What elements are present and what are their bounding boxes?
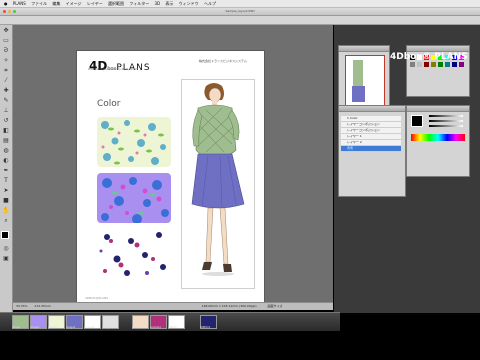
zoom-level[interactable]: 33.33% — [16, 304, 27, 308]
dock-label: image3 — [102, 326, 112, 329]
stamp-tool-icon[interactable]: ⊥ — [2, 107, 10, 115]
menu-item-3d[interactable]: 3D — [154, 1, 160, 6]
menu-bar: ● PLANS ファイル 編集 イメージ レイヤー 選択範囲 フィルター 3D … — [0, 0, 480, 8]
menu-item-select[interactable]: 選択範囲 — [108, 1, 124, 6]
dock-label: sample — [48, 326, 58, 329]
menu-item-window[interactable]: ウィンドウ — [179, 1, 199, 6]
color-swatch[interactable] — [424, 62, 429, 67]
dock-label: 4DBOX — [168, 326, 177, 329]
company-name: 株式会社トランスビジネスシステム — [199, 59, 247, 63]
fabric-swatch-white-floral — [97, 229, 171, 279]
marquee-tool-icon[interactable]: ▭ — [2, 37, 10, 45]
dock-label: Image — [12, 326, 20, 329]
blur-tool-icon[interactable]: ◍ — [2, 147, 10, 155]
doc-size: 272.35mm — [34, 304, 51, 308]
color-panel-header[interactable] — [407, 106, 469, 112]
options-bar — [0, 16, 480, 25]
magic-wand-tool-icon[interactable]: ✧ — [2, 57, 10, 65]
layer-row[interactable]: 背景 — [341, 146, 401, 152]
menu-item-filter[interactable]: フィルター — [129, 1, 149, 6]
status-bar: 33.33% 272.35mm 148.00mm x 105.11mm (300… — [13, 302, 333, 310]
color-spectrum-bar[interactable] — [411, 134, 465, 141]
doc-info: 148.00mm x 105.11mm (300.00ppi) — [201, 304, 257, 308]
color-slider-g[interactable] — [429, 120, 463, 122]
lasso-tool-icon[interactable]: ᘐ — [2, 47, 10, 55]
menu-item-file[interactable]: ファイル — [31, 1, 47, 6]
crop-tool-icon[interactable]: ⌗ — [2, 67, 10, 75]
color-heading: Color — [97, 99, 121, 109]
brand-overlay: 4Dbox® PLANS — [390, 52, 468, 62]
brush-tool-icon[interactable]: ✎ — [2, 97, 10, 105]
menu-item-edit[interactable]: 編集 — [52, 1, 60, 6]
color-swatch[interactable] — [438, 62, 443, 67]
color-panel[interactable] — [406, 105, 470, 177]
dock-label: sample4 — [150, 326, 161, 329]
dock-label: sample3 — [132, 326, 143, 329]
type-tool-icon[interactable]: T — [2, 177, 10, 185]
navigator-figure-skirt — [352, 86, 365, 102]
color-slider-r[interactable] — [429, 115, 463, 117]
panel-dock: 1 Color レイヤーコンポジション レイヤーコンポジション レイヤー 1 レ… — [334, 25, 480, 313]
color-swatch[interactable] — [459, 62, 464, 67]
color-foreground-chip[interactable] — [411, 115, 423, 127]
logo-tagline: Practical Layout Assembly Neatly Smart — [88, 68, 139, 71]
fashion-illustration — [181, 79, 255, 289]
window-title-bar[interactable]: Sample_layout.PSD — [0, 8, 480, 16]
move-tool-icon[interactable]: ✥ — [2, 27, 10, 35]
color-swatch[interactable] — [410, 62, 415, 67]
color-swatch[interactable] — [445, 62, 450, 67]
view-info: 画面サイズ — [267, 304, 283, 308]
color-swatch[interactable] — [431, 62, 436, 67]
fabric-swatch-green-floral — [97, 117, 171, 167]
color-swatch[interactable] — [452, 62, 457, 67]
document-footer: 4DBOX@PLANS — [85, 296, 109, 300]
menu-item-image[interactable]: イメージ — [66, 1, 82, 6]
eyedropper-tool-icon[interactable]: ⁄ — [2, 77, 10, 85]
healing-tool-icon[interactable]: ✚ — [2, 87, 10, 95]
gradient-tool-icon[interactable]: ▤ — [2, 137, 10, 145]
pen-tool-icon[interactable]: ✒ — [2, 167, 10, 175]
apple-menu-icon[interactable]: ● — [4, 1, 8, 6]
foreground-color-icon[interactable] — [1, 231, 9, 239]
navigator-panel-header[interactable] — [339, 46, 389, 52]
layers-panel[interactable]: 1 Color レイヤーコンポジション レイヤーコンポジション レイヤー 1 レ… — [338, 105, 406, 197]
dock-label: sample2 — [84, 326, 95, 329]
dock-label: 4DBOX2 — [200, 326, 211, 329]
color-slider-b[interactable] — [429, 125, 463, 127]
dock-label: Image1 — [30, 326, 40, 329]
fabric-swatch-lavender-floral — [97, 173, 171, 223]
layers-panel-header[interactable] — [339, 106, 405, 112]
path-select-tool-icon[interactable]: ➤ — [2, 187, 10, 195]
color-swatch[interactable] — [417, 62, 422, 67]
navigator-thumbnail[interactable] — [345, 55, 385, 109]
dodge-tool-icon[interactable]: ◐ — [2, 157, 10, 165]
zoom-tool-icon[interactable]: ⌕ — [2, 217, 10, 225]
window-title: Sample_layout.PSD — [225, 9, 255, 13]
menu-item-view[interactable]: 表示 — [165, 1, 173, 6]
menu-item-app[interactable]: PLANS — [13, 1, 26, 6]
menu-item-layer[interactable]: レイヤー — [87, 1, 103, 6]
tools-panel: ✥ ▭ ᘐ ✧ ⌗ ⁄ ✚ ✎ ⊥ ↺ ◧ ▤ ◍ ◐ ✒ T ➤ ■ ✋ ⌕ … — [0, 25, 13, 313]
screen-mode-icon[interactable]: ▣ — [2, 255, 10, 263]
document-canvas[interactable]: 4DboxPLANS Practical Layout Assembly Nea… — [76, 50, 265, 304]
hand-tool-icon[interactable]: ✋ — [2, 207, 10, 215]
shape-tool-icon[interactable]: ■ — [2, 197, 10, 205]
history-brush-tool-icon[interactable]: ↺ — [2, 117, 10, 125]
eraser-tool-icon[interactable]: ◧ — [2, 127, 10, 135]
plans-logo: 4DboxPLANS — [89, 59, 151, 73]
dock-label: image2 — [66, 326, 76, 329]
menu-item-help[interactable]: ヘルプ — [204, 1, 216, 6]
quick-mask-icon[interactable]: ◎ — [2, 245, 10, 253]
dock-bar: Image Image1 sample image2 sample2 image… — [0, 312, 340, 331]
